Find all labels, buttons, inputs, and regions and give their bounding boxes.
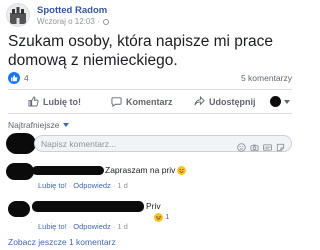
like-button[interactable]: Lubię to! (28, 96, 81, 107)
comment-reply-link[interactable]: Odpowiedz (73, 222, 111, 231)
redacted-commenter-name (32, 201, 144, 212)
comment-sort-selector[interactable]: Najtrafniejsze (8, 120, 69, 130)
sort-label: Najtrafniejsze (8, 120, 60, 130)
post-timestamp[interactable]: Wczoraj o 12:03 · (37, 17, 109, 26)
redacted-avatar (6, 163, 34, 180)
redacted-commenter-name (32, 166, 104, 175)
comment-item: Priv 1 Lubię to! · Odpowiedz · 1 d (8, 198, 292, 231)
separator: · (68, 181, 72, 190)
share-icon (194, 96, 205, 106)
comment-text: Zapraszam na priv (105, 165, 187, 176)
post-text: Szukam osoby, która napisze mi prace dom… (8, 33, 274, 69)
comment-reaction-count: 1 (165, 212, 170, 221)
profile-selector[interactable] (270, 96, 290, 107)
chevron-down-icon (62, 123, 69, 127)
comment-text: Priv (146, 201, 161, 211)
globe-icon (102, 18, 109, 25)
like-reaction-icon[interactable] (8, 72, 20, 84)
comment-input-icons: GIF (237, 139, 285, 152)
separator: · (68, 222, 72, 231)
timestamp-text[interactable]: Wczoraj o 12:03 · (37, 17, 100, 26)
castle-icon (10, 7, 26, 24)
divider (8, 89, 292, 90)
comment-item: Zapraszam na priv Lubię to! · Odpowiedz · 1 … (6, 163, 292, 193)
action-bar: Lubię to! Komentarz Udostępnij (8, 93, 292, 111)
comment-reaction-badge[interactable]: 1 (154, 212, 169, 222)
comment-input[interactable] (41, 136, 221, 151)
reaction-count[interactable]: 4 (24, 73, 29, 83)
comment-input-wrapper[interactable]: GIF (34, 135, 292, 152)
reactions-row: 4 5 komentarzy (8, 72, 292, 86)
redacted-avatar (8, 201, 30, 217)
comment-box: GIF (6, 133, 292, 154)
chevron-down-icon (284, 99, 290, 104)
svg-text:GIF: GIF (265, 146, 272, 150)
emoji-icon[interactable] (237, 139, 246, 152)
comment-time[interactable]: 1 d (117, 222, 127, 231)
camera-icon[interactable] (250, 139, 259, 152)
share-label: Udostępnij (209, 96, 256, 107)
comment-reply-link[interactable]: Odpowiedz (73, 181, 111, 190)
sticker-icon[interactable] (276, 139, 285, 152)
divider (8, 113, 292, 114)
gif-icon[interactable]: GIF (263, 139, 272, 151)
comment-button[interactable]: Komentarz (111, 96, 173, 107)
comment-text-content: Zapraszam na priv (105, 165, 176, 175)
share-button[interactable]: Udostępnij (194, 96, 256, 107)
thumbs-up-icon (28, 96, 39, 107)
comment-label: Komentarz (126, 96, 173, 107)
page-name[interactable]: Spotted Radom (37, 5, 107, 16)
redacted-avatar (6, 133, 36, 154)
comment-like-link[interactable]: Lubię to! (38, 222, 67, 231)
separator: · (112, 181, 116, 190)
page-avatar[interactable] (6, 3, 30, 27)
comments-count-link[interactable]: 5 komentarzy (241, 73, 292, 83)
comment-actions: Lubię to! · Odpowiedz · 1 d (38, 222, 128, 231)
redacted-avatar (270, 96, 281, 107)
comment-icon (111, 97, 122, 107)
like-label: Lubię to! (43, 96, 81, 107)
comment-like-link[interactable]: Lubię to! (38, 181, 67, 190)
smile-emoji-icon (177, 166, 187, 176)
comment-time[interactable]: 1 d (117, 181, 127, 190)
laugh-emoji-icon (154, 212, 163, 222)
separator: · (112, 222, 116, 231)
post-header: Spotted Radom Wczoraj o 12:03 · (6, 3, 296, 29)
comment-actions: Lubię to! · Odpowiedz · 1 d (38, 181, 128, 190)
view-more-comments-link[interactable]: Zobacz jeszcze 1 komentarz (8, 237, 116, 247)
